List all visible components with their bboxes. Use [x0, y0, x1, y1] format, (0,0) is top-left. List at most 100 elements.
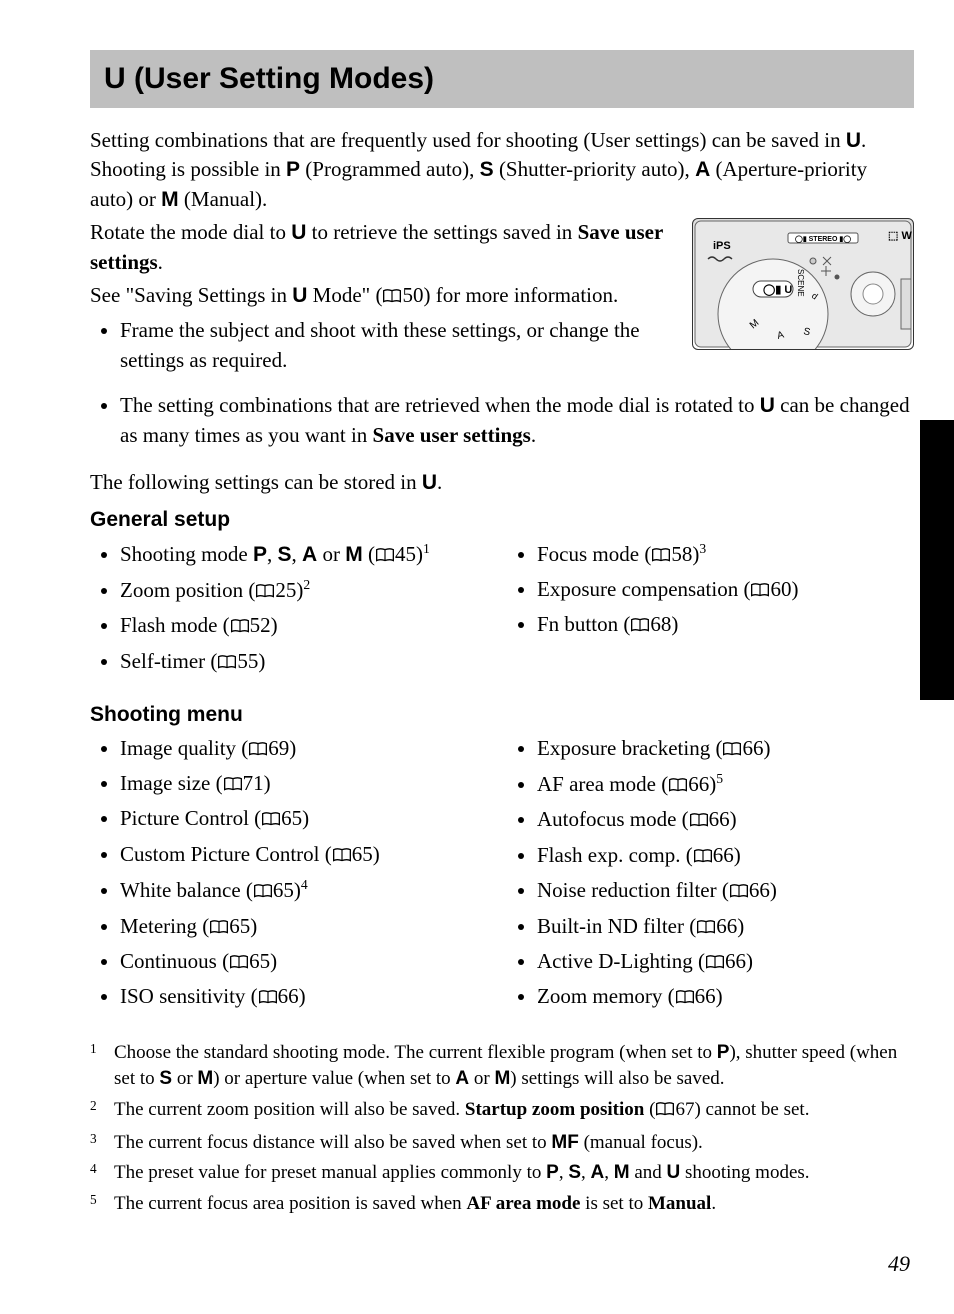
mode-p-icon: P	[286, 158, 300, 181]
page-ref-number: 45	[395, 542, 416, 566]
mode-a-icon: A	[302, 543, 317, 566]
text: shooting modes.	[680, 1162, 809, 1183]
text: ) settings will also be saved.	[510, 1068, 724, 1089]
shooting-menu-heading: Shooting menu	[90, 700, 914, 729]
text: The current focus area position is saved…	[114, 1193, 466, 1214]
text: ) or aperture value (when set to	[213, 1068, 455, 1089]
page-ref-number: 55	[237, 649, 258, 673]
text: The current zoom position will also be s…	[114, 1099, 465, 1120]
page-ref-icon	[382, 283, 402, 312]
rotate-paragraph: Rotate the mode dial to U to retrieve th…	[90, 218, 676, 277]
svg-text:SCENE: SCENE	[796, 269, 805, 297]
list-item: Noise reduction filter (66)	[537, 876, 914, 907]
page-ref-number: 52	[250, 613, 271, 637]
text: Fn button (	[537, 612, 630, 636]
text: (Programmed auto),	[300, 157, 480, 181]
text: or	[469, 1068, 494, 1089]
page-ref-icon	[229, 949, 249, 978]
text: Rotate the mode dial to	[90, 220, 291, 244]
page-ref-number: 66	[749, 878, 770, 902]
page-ref-number: 66	[709, 807, 730, 831]
page-ref-icon	[248, 736, 268, 765]
mode-u-icon: U	[291, 221, 306, 244]
svg-text:◯▮ STEREO ▮◯: ◯▮ STEREO ▮◯	[795, 235, 851, 243]
mode-m-icon: M	[161, 188, 179, 211]
shooting-menu-left: Image quality (69)Image size (71)Picture…	[90, 734, 497, 1018]
text: Noise reduction filter (	[537, 878, 729, 902]
af-area-mode-label: AF area mode	[466, 1193, 580, 1214]
page-ref-number: 65	[273, 878, 294, 902]
page-ref-number: 60	[770, 577, 791, 601]
list-item: Focus mode (58)3	[537, 539, 914, 571]
page-ref-number: 65	[352, 842, 373, 866]
page-ref-number: 25	[275, 578, 296, 602]
page-ref-icon	[696, 914, 716, 943]
list-item: Picture Control (65)	[120, 804, 497, 835]
text: (manual focus).	[579, 1132, 703, 1153]
page-ref-number: 68	[650, 612, 671, 636]
text: The current focus distance will also be …	[114, 1132, 551, 1153]
page-ref-number: 58	[671, 542, 692, 566]
page-ref-number: 50	[402, 283, 423, 307]
text: is set to	[580, 1193, 648, 1214]
text: Self-timer (	[120, 649, 217, 673]
page-ref-icon	[255, 578, 275, 607]
page-ref-number: 65	[249, 949, 270, 973]
text: Zoom position (	[120, 578, 255, 602]
page-ref-icon	[261, 806, 281, 835]
title-text: (User Setting Modes)	[126, 62, 434, 95]
see-reference: See "Saving Settings in U Mode" (50) for…	[90, 281, 676, 312]
page-ref-icon	[729, 878, 749, 907]
mode-a-icon: A	[455, 1068, 469, 1089]
text: Image size (	[120, 771, 223, 795]
page-ref-number: 66	[725, 949, 746, 973]
text: or	[172, 1068, 197, 1089]
mode-u-icon: U	[104, 62, 126, 95]
text: ,	[559, 1162, 569, 1183]
shooting-menu-right: Exposure bracketing (66)AF area mode (66…	[507, 734, 914, 1018]
instructions-list-2: The setting combinations that are retrie…	[90, 391, 914, 450]
text: Flash exp. comp. (	[537, 843, 693, 867]
mode-u-icon: U	[667, 1162, 681, 1183]
page-ref-icon	[375, 542, 395, 571]
page-ref-number: 66	[278, 984, 299, 1008]
page-ref-icon	[750, 577, 770, 606]
list-item: ISO sensitivity (66)	[120, 982, 497, 1013]
text: Setting combinations that are frequently…	[90, 128, 846, 152]
text: Built-in ND filter (	[537, 914, 696, 938]
svg-text:◯▮ U: ◯▮ U	[763, 284, 792, 296]
page-ref-number: 67	[675, 1099, 694, 1120]
list-item: Exposure compensation (60)	[537, 575, 914, 606]
text: Image quality (	[120, 736, 248, 760]
list-item: Self-timer (55)	[120, 647, 497, 678]
text: .	[158, 250, 163, 274]
footnote-ref: 5	[716, 771, 723, 786]
page-ref-icon	[332, 842, 352, 871]
page-ref-icon	[675, 984, 695, 1013]
page-ref-icon	[693, 843, 713, 872]
list-item: Image quality (69)	[120, 734, 497, 765]
list-item: Zoom memory (66)	[537, 982, 914, 1013]
text: Exposure bracketing (	[537, 736, 722, 760]
mode-s-icon: S	[568, 1162, 581, 1183]
list-item: Zoom position (25)2	[120, 575, 497, 607]
text: The preset value for preset manual appli…	[114, 1162, 546, 1183]
text: to retrieve the settings saved in	[306, 220, 577, 244]
text: ISO sensitivity (	[120, 984, 258, 1008]
svg-text:⬚ W: ⬚ W	[888, 230, 912, 242]
stored-intro: The following settings can be stored in …	[90, 468, 914, 497]
text: ,	[581, 1162, 591, 1183]
text: Frame the subject and shoot with these s…	[120, 318, 640, 371]
footnote-number: 5	[90, 1191, 104, 1218]
mode-a-icon: A	[591, 1162, 605, 1183]
text: .	[437, 470, 442, 494]
page-ref-icon	[230, 613, 250, 642]
list-item: The setting combinations that are retrie…	[120, 391, 914, 450]
mode-p-icon: P	[717, 1042, 730, 1063]
section-header: U (User Setting Modes)	[90, 50, 914, 108]
page-ref-icon	[651, 542, 671, 571]
camera-dial-illustration: iPS ◯▮ STEREO ▮◯ ⬚ W ◯▮ U d SCENE M A S	[692, 218, 914, 350]
list-item: Metering (65)	[120, 912, 497, 943]
list-item: Fn button (68)	[537, 610, 914, 641]
save-user-settings-label: Save user settings	[373, 423, 531, 447]
